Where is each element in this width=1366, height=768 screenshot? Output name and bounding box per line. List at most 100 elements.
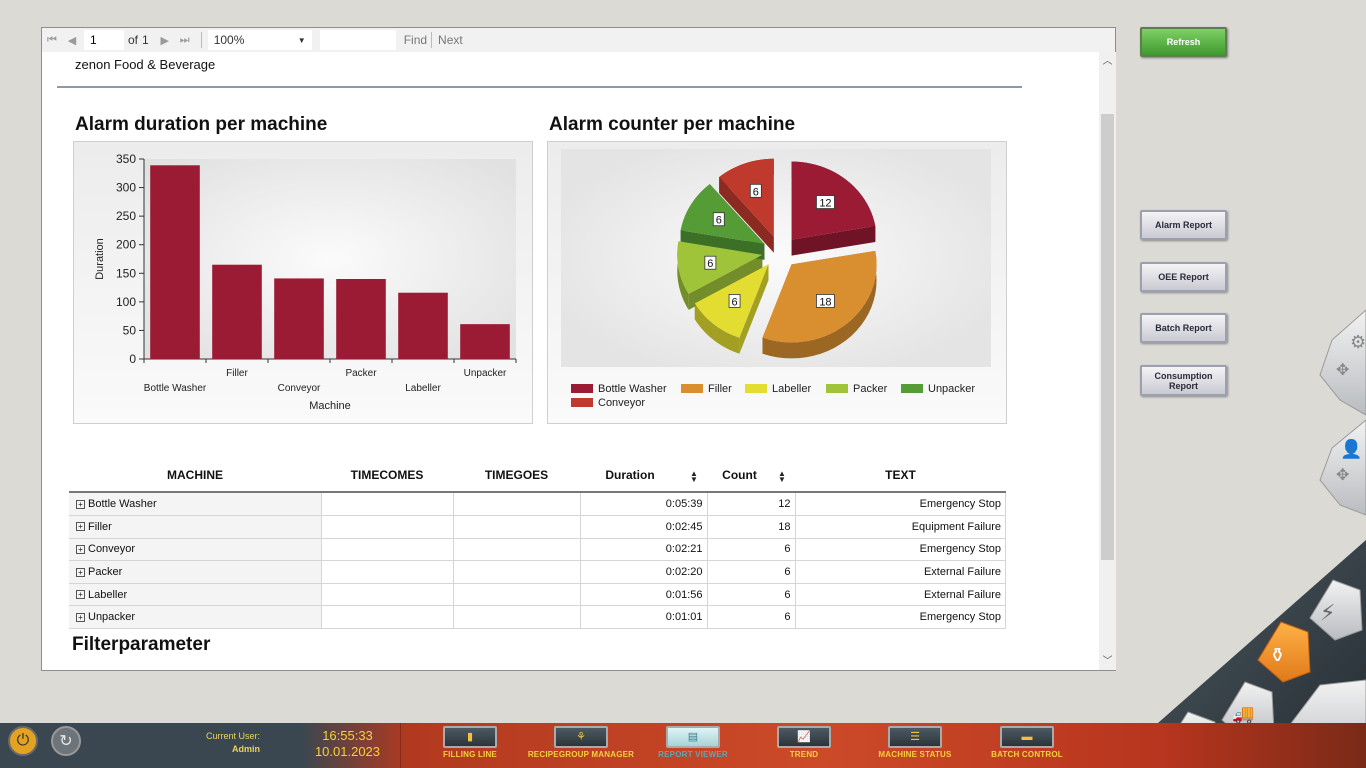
legend-swatch: [826, 384, 848, 393]
count-cell: 6: [707, 583, 796, 607]
x-axis-label: Machine: [309, 400, 351, 412]
nav-trend[interactable]: 📈 TREND: [749, 726, 859, 759]
svg-text:✥: ✥: [1336, 465, 1349, 484]
expand-icon[interactable]: +: [76, 612, 85, 622]
trend-icon: 📈: [777, 726, 831, 748]
page-number-input[interactable]: [84, 30, 124, 50]
settings-icon[interactable]: ⚙ ✥: [1319, 309, 1366, 416]
y-tick-label: 150: [116, 266, 136, 280]
legend-swatch: [901, 384, 923, 393]
reload-icon[interactable]: ↻: [51, 726, 81, 756]
report-content: zenon Food & Beverage Alarm duration per…: [42, 52, 1099, 670]
timecomes-cell: [321, 515, 454, 539]
timegoes-cell: [453, 560, 581, 584]
refresh-button[interactable]: Refresh: [1140, 27, 1227, 57]
count-cell: 6: [707, 538, 796, 562]
bar: [460, 324, 510, 359]
nav-recipegroup-manager[interactable]: ⚘ RECIPEGROUP MANAGER: [526, 726, 636, 759]
machine-cell: + Bottle Washer: [69, 493, 322, 517]
count-cell: 18: [707, 515, 796, 539]
sort-icon[interactable]: ▲ ▼: [778, 470, 786, 484]
toolbar-divider: [431, 32, 433, 48]
expand-icon[interactable]: +: [76, 522, 85, 532]
oee-report-button[interactable]: OEE Report: [1140, 262, 1227, 292]
bar-chart: 0 50 100 150 200 250 300 350 Bottle Washer Filler…: [94, 152, 517, 412]
table-row[interactable]: + Unpacker 0:01:01 6 Emergency Stop: [69, 605, 1006, 630]
bar: [336, 279, 386, 359]
machine-cell: + Unpacker: [69, 605, 322, 630]
svg-text:🚚: 🚚: [1232, 704, 1254, 725]
svg-text:⚡: ⚡: [1320, 601, 1335, 626]
scroll-down-icon[interactable]: ﹀: [1099, 654, 1116, 670]
text-cell: External Failure: [795, 560, 1006, 584]
next-link[interactable]: Next: [438, 33, 463, 47]
pie-chart: 12 18 6 6 6 6 Bottle Washer Filler Labeller Packe…: [571, 158, 975, 409]
count-cell: 12: [707, 493, 796, 517]
last-page-icon[interactable]: ⏭: [175, 30, 195, 50]
table-row[interactable]: + Labeller 0:01:56 6 External Failure: [69, 583, 1006, 607]
zoom-value: 100%: [213, 33, 245, 47]
nav-filling-line[interactable]: ▮ FILLING LINE: [415, 726, 525, 759]
legend-swatch: [745, 384, 767, 393]
corner-navigation: ⚙ ✥ 👤 ✥ ⚡ ⚱ 🚚 ✚ ⌂: [1150, 309, 1366, 768]
legend-swatch: [681, 384, 703, 393]
col-header-timegoes[interactable]: TIMEGOES: [453, 468, 580, 482]
header-rule: [57, 86, 1022, 88]
sort-icon[interactable]: ▲ ▼: [690, 470, 698, 484]
col-header-text[interactable]: TEXT: [795, 468, 1006, 482]
table-row[interactable]: + Filler 0:02:45 18 Equipment Failure: [69, 515, 1006, 539]
col-header-machine[interactable]: MACHINE: [69, 468, 321, 482]
zoom-select[interactable]: 100% ▼: [207, 30, 312, 50]
pie-chart-title: Alarm counter per machine: [549, 114, 796, 135]
first-page-icon[interactable]: ⏮: [42, 30, 62, 50]
timegoes-cell: [453, 493, 581, 517]
chevron-down-icon: ▼: [297, 35, 306, 45]
alarm-report-button[interactable]: Alarm Report: [1140, 210, 1227, 240]
nav-label: REPORT VIEWER: [658, 750, 728, 759]
report-toolbar: ⏮ ◀ of 1 ▶ ⏭ 100% ▼ Find Next: [42, 28, 1115, 52]
table-row[interactable]: + Packer 0:02:20 6 External Failure: [69, 560, 1006, 584]
count-cell: 6: [707, 605, 796, 630]
table-row[interactable]: + Bottle Washer 0:05:39 12 Emergency Stop: [69, 493, 1006, 517]
nav-machine-status[interactable]: ☰ MACHINE STATUS: [860, 726, 970, 759]
col-header-timecomes[interactable]: TIMECOMES: [321, 468, 453, 482]
user-icon[interactable]: 👤 ✥: [1319, 419, 1366, 516]
pie-data-label: 6: [731, 296, 737, 308]
pie-data-label: 6: [707, 258, 713, 270]
timegoes-cell: [453, 605, 581, 630]
legend-label: Bottle Washer: [598, 383, 667, 395]
nav-batch-control[interactable]: ▬ BATCH CONTROL: [972, 726, 1082, 759]
find-link[interactable]: Find: [404, 33, 427, 47]
svg-text:👤: 👤: [1340, 438, 1362, 460]
expand-icon[interactable]: +: [76, 499, 85, 509]
x-tick-label: Unpacker: [464, 368, 507, 379]
table-row[interactable]: + Conveyor 0:02:21 6 Emergency Stop: [69, 538, 1006, 562]
x-tick-label: Packer: [345, 368, 377, 379]
scroll-up-icon[interactable]: ︿: [1099, 54, 1116, 70]
bar: [150, 165, 200, 359]
legend-label: Unpacker: [928, 383, 975, 395]
bottle-icon: ▮: [443, 726, 497, 748]
bar-chart-panel: 0 50 100 150 200 250 300 350 Bottle Washer Filler…: [73, 141, 533, 424]
power-icon[interactable]: ⏻: [8, 726, 38, 756]
svg-text:⚱: ⚱: [1269, 643, 1286, 667]
nav-report-viewer[interactable]: ▤ REPORT VIEWER: [638, 726, 748, 759]
scrollbar-thumb[interactable]: [1101, 114, 1114, 560]
y-tick-label: 100: [116, 295, 136, 309]
col-header-count[interactable]: Count: [707, 468, 772, 482]
col-header-duration[interactable]: Duration: [580, 468, 680, 482]
nav-label: TREND: [789, 750, 819, 759]
prev-page-icon[interactable]: ◀: [62, 30, 82, 50]
legend-swatch: [571, 398, 593, 407]
duration-cell: 0:01:01: [580, 605, 708, 630]
machine-cell: + Filler: [69, 515, 322, 539]
find-input[interactable]: [319, 30, 396, 50]
y-axis-label: Duration: [94, 238, 106, 280]
expand-icon[interactable]: +: [76, 590, 85, 600]
expand-icon[interactable]: +: [76, 567, 85, 577]
recipe-icon: ⚘: [554, 726, 608, 748]
next-page-icon[interactable]: ▶: [155, 30, 175, 50]
expand-icon[interactable]: +: [76, 545, 85, 555]
svg-text:⚙: ⚙: [1350, 332, 1366, 353]
machine-name: Unpacker: [88, 611, 136, 624]
